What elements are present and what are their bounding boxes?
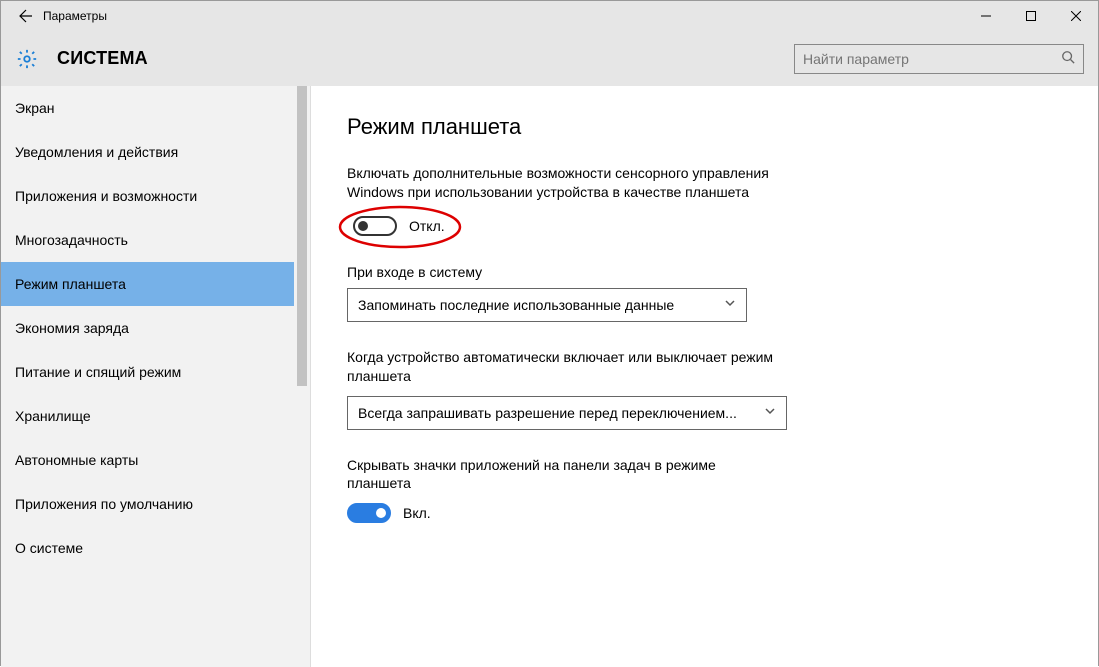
chevron-down-icon <box>764 405 776 420</box>
window-title: Параметры <box>43 9 107 23</box>
sidebar-scrollbar[interactable] <box>294 86 310 667</box>
tablet-mode-desc: Включать дополнительные возможности сенс… <box>347 164 777 202</box>
hide-icons-toggle[interactable] <box>347 503 391 523</box>
sidebar-item[interactable]: Многозадачность <box>1 218 310 262</box>
signin-label: При входе в систему <box>347 264 1062 280</box>
sidebar: ЭкранУведомления и действияПриложения и … <box>1 86 311 667</box>
auto-switch-desc: Когда устройство автоматически включает … <box>347 348 777 386</box>
chevron-down-icon <box>724 297 736 312</box>
sidebar-item[interactable]: Приложения по умолчанию <box>1 482 310 526</box>
toggle-state-label: Вкл. <box>403 505 431 521</box>
hide-icons-desc: Скрывать значки приложений на панели зад… <box>347 456 777 494</box>
search-input[interactable] <box>803 51 1061 67</box>
maximize-button[interactable] <box>1008 1 1053 31</box>
content-area: Режим планшета Включать дополнительные в… <box>311 86 1098 667</box>
sidebar-item[interactable]: Приложения и возможности <box>1 174 310 218</box>
search-box[interactable] <box>794 44 1084 74</box>
signin-select[interactable]: Запоминать последние использованные данн… <box>347 288 747 322</box>
sidebar-item[interactable]: Автономные карты <box>1 438 310 482</box>
sidebar-item[interactable]: Режим планшета <box>1 262 310 306</box>
title-bar: Параметры <box>1 1 1098 31</box>
toggle-state-label: Откл. <box>409 218 445 234</box>
header: СИСТЕМА <box>1 31 1098 86</box>
select-value: Запоминать последние использованные данн… <box>358 297 674 313</box>
sidebar-item[interactable]: Питание и спящий режим <box>1 350 310 394</box>
search-icon <box>1061 50 1075 67</box>
tablet-mode-toggle[interactable] <box>353 216 397 236</box>
scroll-thumb[interactable] <box>297 86 307 386</box>
sidebar-item[interactable]: Уведомления и действия <box>1 130 310 174</box>
auto-switch-select[interactable]: Всегда запрашивать разрешение перед пере… <box>347 396 787 430</box>
sidebar-item[interactable]: О системе <box>1 526 310 570</box>
close-button[interactable] <box>1053 1 1098 31</box>
sidebar-item[interactable]: Хранилище <box>1 394 310 438</box>
minimize-button[interactable] <box>963 1 1008 31</box>
page-title: Режим планшета <box>347 114 1062 140</box>
sidebar-item[interactable]: Экономия заряда <box>1 306 310 350</box>
gear-icon <box>15 47 39 71</box>
section-title: СИСТЕМА <box>57 48 148 69</box>
back-button[interactable] <box>9 1 39 31</box>
select-value: Всегда запрашивать разрешение перед пере… <box>358 405 737 421</box>
annotated-toggle-group: Откл. <box>347 212 459 240</box>
sidebar-item[interactable]: Экран <box>1 86 310 130</box>
